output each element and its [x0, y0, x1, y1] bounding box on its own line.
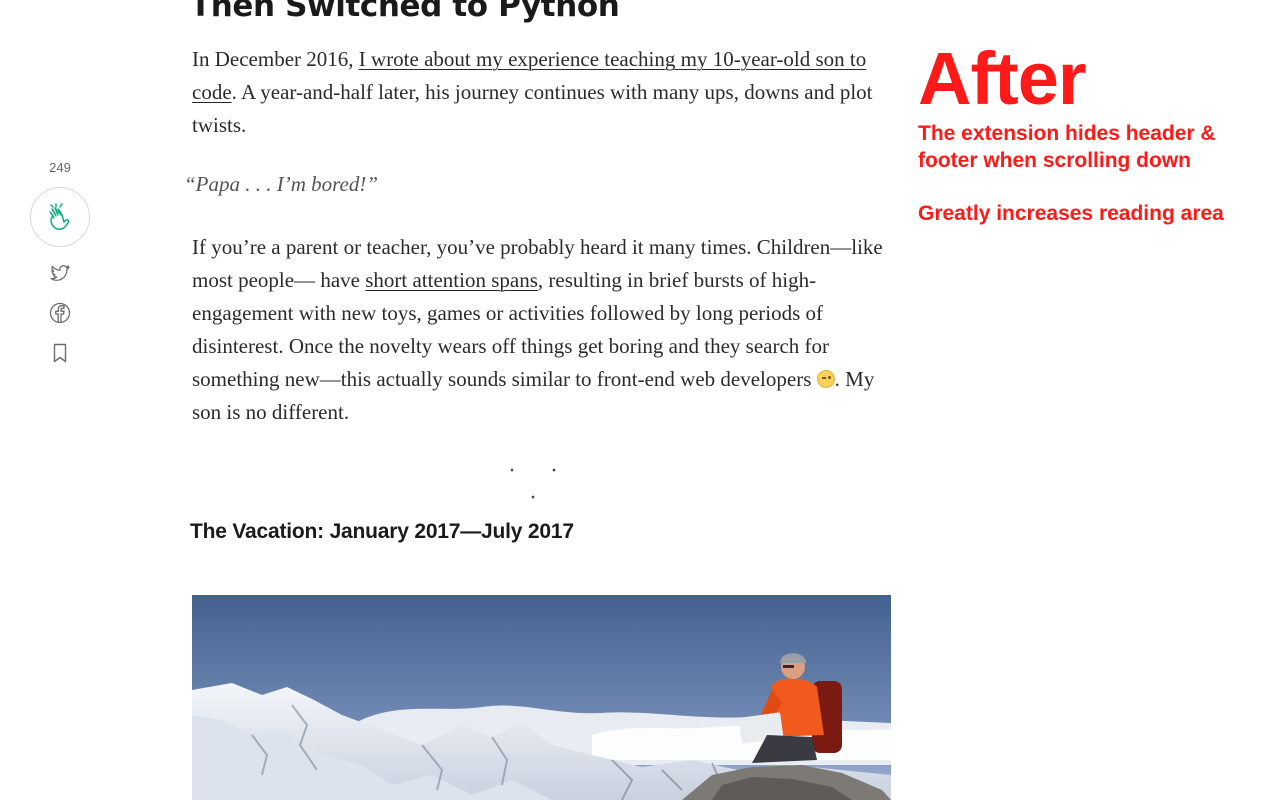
bookmark-icon[interactable] — [48, 341, 72, 365]
annotation-description: The extension hides header & footer when… — [918, 122, 1216, 172]
winking-face-emoji-icon — [816, 370, 835, 388]
intro-text-end: . A year-and-half later, his journey con… — [192, 80, 873, 137]
attention-spans-link[interactable]: short attention spans — [365, 268, 538, 292]
twitter-icon[interactable] — [48, 261, 72, 285]
clap-count: 249 — [49, 160, 71, 175]
body-paragraph: If you’re a parent or teacher, you’ve pr… — [192, 231, 892, 429]
hero-image — [192, 595, 891, 800]
annotation-benefit: Greatly increases reading area — [918, 202, 1224, 225]
section-heading: The Vacation: January 2017—July 2017 — [190, 520, 574, 543]
clap-button[interactable] — [30, 187, 90, 247]
clap-icon — [49, 203, 70, 230]
section-separator: · · · — [508, 458, 572, 511]
article-title: Then Switched to Python — [190, 0, 620, 24]
intro-text-start: In December 2016, — [192, 47, 359, 71]
share-rail: 249 — [30, 160, 90, 365]
facebook-icon[interactable] — [48, 301, 72, 325]
intro-paragraph: In December 2016, I wrote about my exper… — [192, 43, 892, 142]
hero-image-mountain-hiker — [192, 595, 891, 800]
pull-quote: “Papa . . . I’m bored!” — [184, 172, 379, 196]
annotation-panel: After The extension hides header & foote… — [918, 38, 1268, 227]
annotation-title: After — [918, 37, 1087, 120]
